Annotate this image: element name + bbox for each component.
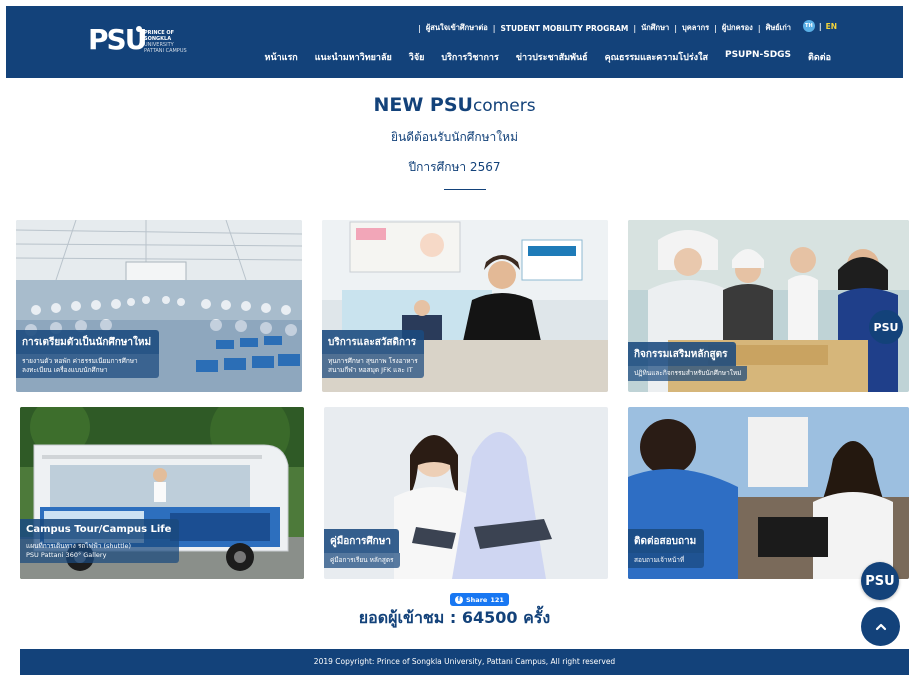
separator: |: [492, 23, 496, 33]
card-title: ติดต่อสอบถาม: [628, 529, 705, 553]
top-link-mobility[interactable]: STUDENT MOBILITY PROGRAM: [500, 24, 628, 33]
card-contact[interactable]: ติดต่อสอบถาม สอบถามเจ้าหน้าที่: [628, 407, 909, 579]
card-desc-line-2: สนามกีฬา หอสมุด JFK และ IT: [328, 366, 413, 374]
logo-text: PRINCE OF SONGKLA UNIVERSITY PATTANI CAM…: [144, 30, 187, 54]
welcome-subtitle: ยินดีต้อนรับนักศึกษาใหม่: [391, 130, 518, 144]
top-links-nav: | ผู้สนใจเข้าศึกษาต่อ | STUDENT MOBILITY…: [413, 22, 791, 34]
card-desc: รายงานตัว หอพัก ค่าธรรมเนียมการศึกษา ลงทะ…: [16, 354, 160, 378]
card-desc-line-1: แผนที่การเดินทาง รถไฟฟ้า (shuttle): [26, 542, 132, 550]
card-campus-tour[interactable]: Campus Tour/Campus Life แผนที่การเดินทาง…: [20, 407, 304, 579]
back-to-top-button[interactable]: [861, 607, 900, 646]
card-extracurricular[interactable]: PSU กิจกรรมเสริมหลักสูตร ปฏิทินและกิจกรร…: [628, 220, 909, 392]
separator: |: [714, 23, 717, 33]
card-caption: คู่มือการศึกษา คู่มือการเรียน หลักสูตร: [324, 529, 400, 568]
card-title: คู่มือการศึกษา: [324, 529, 399, 553]
facebook-icon: f: [455, 595, 463, 604]
card-title: การเตรียมตัวเป็นนักศึกษาใหม่: [16, 330, 160, 354]
page-title: NEW PSUcomers: [0, 94, 909, 116]
top-link-students[interactable]: นักศึกษา: [641, 22, 669, 34]
separator: |: [818, 21, 822, 31]
nav-contact[interactable]: ติดต่อ: [808, 50, 831, 64]
floating-psu-chat-button[interactable]: PSU: [861, 562, 899, 600]
card-caption: การเตรียมตัวเป็นนักศึกษาใหม่ รายงานตัว ห…: [16, 330, 160, 378]
language-switcher: TH | EN: [802, 20, 837, 32]
separator: |: [757, 23, 761, 33]
card-desc: คู่มือการเรียน หลักสูตร: [324, 553, 400, 568]
card-desc: สอบถามเจ้าหน้าที่: [628, 553, 705, 568]
card-caption: บริการและสวัสดิการ ทุนการศึกษา สุขภาพ โร…: [322, 330, 425, 378]
top-link-prospective[interactable]: ผู้สนใจเข้าศึกษาต่อ: [426, 22, 488, 34]
nav-sdgs[interactable]: PSUPN-SDGS: [725, 50, 791, 64]
site-footer: 2019 Copyright: Prince of Songkla Univer…: [20, 649, 909, 675]
nav-transparency[interactable]: คุณธรรมและความโปร่งใส: [605, 50, 708, 64]
facebook-share-button[interactable]: f Share 121: [450, 593, 509, 606]
card-title: Campus Tour/Campus Life: [20, 519, 180, 539]
card-caption: Campus Tour/Campus Life แผนที่การเดินทาง…: [20, 517, 180, 563]
logo-line-4: PATTANI CAMPUS: [144, 48, 187, 54]
card-caption: กิจกรรมเสริมหลักสูตร ปฏิทินและกิจกรรมสำห…: [628, 342, 748, 381]
separator: |: [674, 23, 677, 33]
title-thin: comers: [472, 96, 536, 116]
top-link-staff[interactable]: บุคลากร: [682, 22, 709, 34]
title-bold: NEW PSU: [373, 94, 473, 116]
share-count: 121: [490, 595, 504, 604]
card-study-guide[interactable]: คู่มือการศึกษา คู่มือการเรียน หลักสูตร: [324, 407, 608, 579]
chevron-up-icon: [875, 623, 886, 630]
card-desc: ปฏิทินและกิจกรรมสำหรับนักศึกษาใหม่: [628, 366, 748, 381]
divider: [444, 189, 486, 190]
nav-news[interactable]: ข่าวประชาสัมพันธ์: [516, 50, 588, 64]
top-link-parents[interactable]: ผู้ปกครอง: [722, 22, 753, 34]
card-title: บริการและสวัสดิการ: [322, 330, 425, 354]
registered-icon: [136, 26, 142, 32]
psu-logo[interactable]: PSU PRINCE OF SONGKLA UNIVERSITY PATTANI…: [88, 24, 198, 62]
separator: |: [418, 23, 421, 33]
nav-academic-service[interactable]: บริการวิชาการ: [441, 50, 498, 64]
nav-research[interactable]: วิจัย: [409, 50, 425, 64]
nav-about[interactable]: แนะนำมหาวิทยาลัย: [315, 50, 392, 64]
card-desc-line-1: รายงานตัว หอพัก ค่าธรรมเนียมการศึกษา: [22, 357, 138, 365]
card-desc-line-1: ทุนการศึกษา สุขภาพ โรงอาหาร: [328, 357, 418, 365]
card-services-welfare[interactable]: บริการและสวัสดิการ ทุนการศึกษา สุขภาพ โร…: [322, 220, 608, 392]
share-label: Share: [466, 595, 488, 604]
site-header: PSU PRINCE OF SONGKLA UNIVERSITY PATTANI…: [6, 6, 903, 78]
top-link-alumni[interactable]: ศิษย์เก่า: [766, 22, 791, 34]
card-caption: ติดต่อสอบถาม สอบถามเจ้าหน้าที่: [628, 529, 705, 568]
card-desc-line-2: PSU Pattani 360° Gallery: [26, 551, 107, 559]
lang-th-button[interactable]: TH: [802, 20, 815, 32]
separator: |: [633, 23, 637, 33]
visitor-counter: ยอดผู้เข้าชม : 64500 ครั้ง: [358, 608, 551, 627]
main-nav: หน้าแรก แนะนำมหาวิทยาลัย วิจัย บริการวิช…: [265, 50, 831, 64]
card-new-student-prep[interactable]: การเตรียมตัวเป็นนักศึกษาใหม่ รายงานตัว ห…: [16, 220, 302, 392]
academic-year: ปีการศึกษา 2567: [408, 160, 501, 174]
card-desc: แผนที่การเดินทาง รถไฟฟ้า (shuttle) PSU Pa…: [20, 539, 180, 563]
psu-badge-icon: PSU: [869, 310, 903, 344]
lang-en-button[interactable]: EN: [826, 22, 837, 31]
card-desc-line-2: ลงทะเบียน เครื่องแบบนักศึกษา: [22, 366, 108, 374]
nav-home[interactable]: หน้าแรก: [265, 50, 298, 64]
card-title: กิจกรรมเสริมหลักสูตร: [628, 342, 736, 366]
card-desc: ทุนการศึกษา สุขภาพ โรงอาหาร สนามกีฬา หอสม…: [322, 354, 425, 378]
